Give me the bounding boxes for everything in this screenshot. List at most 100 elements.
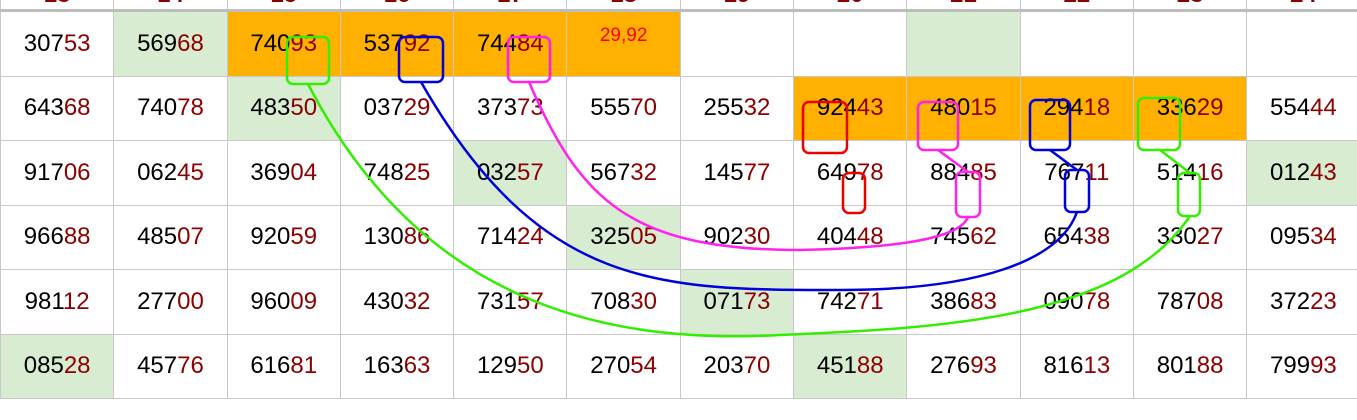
number-tail: 13 bbox=[1083, 352, 1111, 380]
number-head: 917 bbox=[23, 158, 64, 186]
number-head: 554 bbox=[1270, 94, 1311, 122]
number-head: 966 bbox=[23, 223, 64, 251]
number-head: 816 bbox=[1043, 352, 1084, 380]
table-cell: 51416 bbox=[1132, 140, 1248, 206]
number-tail: 93 bbox=[290, 29, 318, 57]
table-cell: 43032 bbox=[339, 269, 455, 335]
number-tail: 27 bbox=[1196, 223, 1224, 251]
table-cell: 65438 bbox=[1019, 204, 1134, 270]
number-tail: 32 bbox=[403, 287, 431, 315]
number-tail: 32 bbox=[630, 158, 657, 186]
number-head: 616 bbox=[250, 352, 291, 380]
number-tail: 29 bbox=[403, 94, 431, 122]
number-head: 071 bbox=[703, 287, 744, 315]
number-head: 740 bbox=[137, 94, 178, 122]
number-tail: 06 bbox=[63, 158, 91, 186]
table-cell: 14577 bbox=[679, 140, 795, 206]
number-head: 372 bbox=[1270, 287, 1311, 315]
table-cell: 36904 bbox=[226, 140, 341, 206]
table-cell: 13086 bbox=[339, 204, 455, 270]
number-tail: 63 bbox=[403, 352, 431, 380]
number-grid: 131415161718192021222324 307535696874093… bbox=[0, 0, 1357, 399]
column-header: 20 bbox=[793, 0, 908, 12]
number-head: 330 bbox=[1156, 223, 1197, 251]
table-cell: 48015 bbox=[906, 75, 1021, 141]
number-tail: 28 bbox=[63, 352, 91, 380]
table-cell: 27693 bbox=[906, 333, 1021, 399]
number-head: 255 bbox=[703, 94, 744, 122]
number-head: 745 bbox=[930, 223, 971, 251]
number-tail: 23 bbox=[1310, 287, 1337, 315]
column-header: 16 bbox=[339, 0, 455, 12]
table-cell: 33027 bbox=[1132, 204, 1248, 270]
table-cell: 90230 bbox=[679, 204, 795, 270]
number-tail: 30 bbox=[630, 287, 657, 315]
table-row: 64368 74078 48350 03729 37373 55570 25532 92443… bbox=[0, 75, 1357, 141]
table-cell: 81613 bbox=[1019, 333, 1134, 399]
number-head: 740 bbox=[250, 29, 291, 57]
table-cell: 74271 bbox=[793, 269, 908, 335]
table-cell: 98112 bbox=[0, 269, 115, 335]
number-head: 537 bbox=[363, 29, 404, 57]
number-head: 902 bbox=[703, 223, 744, 251]
header-row: 131415161718192021222324 bbox=[0, 0, 1357, 12]
number-tail: 77 bbox=[743, 158, 771, 186]
number-head: 748 bbox=[363, 158, 404, 186]
number-head: 480 bbox=[930, 94, 971, 122]
number-head: 373 bbox=[476, 94, 517, 122]
table-cell: 45188 bbox=[793, 333, 908, 399]
table-cell: 38683 bbox=[906, 269, 1021, 335]
number-head: 457 bbox=[137, 352, 178, 380]
table-cell: 37223 bbox=[1246, 269, 1357, 335]
table-cell: 71424 bbox=[453, 204, 568, 270]
table-cell: 40448 bbox=[793, 204, 908, 270]
column-header: 19 bbox=[679, 0, 795, 12]
column-header: 18 bbox=[566, 0, 681, 12]
number-head: 787 bbox=[1156, 287, 1197, 315]
number-head: 276 bbox=[930, 352, 971, 380]
number-tail: 43 bbox=[856, 94, 884, 122]
number-tail: 78 bbox=[177, 94, 204, 122]
column-header: 14 bbox=[113, 0, 228, 12]
number-tail: 81 bbox=[290, 352, 318, 380]
number-tail: 78 bbox=[856, 158, 884, 186]
number-tail: 71 bbox=[856, 287, 884, 315]
number-head: 369 bbox=[250, 158, 291, 186]
number-head: 336 bbox=[1156, 94, 1197, 122]
table-cell bbox=[1246, 10, 1357, 77]
table-cell: 80188 bbox=[1132, 333, 1248, 399]
table-cell bbox=[1019, 10, 1134, 77]
number-tail: 09 bbox=[290, 287, 318, 315]
table-row: 98112 27700 96009 43032 73157 70830 07173 74271… bbox=[0, 269, 1357, 335]
number-tail: 12 bbox=[62, 287, 90, 315]
table-cell: 74562 bbox=[906, 204, 1021, 270]
number-head: 569 bbox=[137, 29, 178, 57]
number-grid-view: 131415161718192021222324 307535696874093… bbox=[0, 0, 1357, 420]
table-cell: 64368 bbox=[0, 75, 115, 141]
number-tail: 59 bbox=[290, 223, 318, 251]
number-head: 145 bbox=[703, 158, 744, 186]
column-header: 13 bbox=[0, 0, 115, 12]
number-tail: 86 bbox=[403, 223, 431, 251]
number-tail: 85 bbox=[970, 158, 997, 186]
table-cell: 07173 bbox=[679, 269, 795, 335]
number-head: 567 bbox=[590, 158, 631, 186]
number-tail: 29 bbox=[1196, 94, 1224, 122]
number-tail: 88 bbox=[1196, 352, 1224, 380]
table-cell: 55570 bbox=[566, 75, 681, 141]
grid-header: 131415161718192021222324 bbox=[0, 0, 1357, 12]
number-head: 277 bbox=[137, 287, 178, 315]
table-cell: 91706 bbox=[0, 140, 115, 206]
number-head: 386 bbox=[930, 287, 971, 315]
number-head: 483 bbox=[250, 94, 291, 122]
number-tail: 70 bbox=[630, 94, 657, 122]
number-head: 294 bbox=[1043, 94, 1084, 122]
number-head: 307 bbox=[23, 29, 64, 57]
number-head: 203 bbox=[703, 352, 744, 380]
table-cell: 96009 bbox=[226, 269, 341, 335]
number-tail: 44 bbox=[1310, 94, 1337, 122]
number-head: 742 bbox=[816, 287, 857, 315]
number-head: 085 bbox=[23, 352, 64, 380]
number-tail: 45 bbox=[177, 158, 204, 186]
table-cell: 64978 bbox=[793, 140, 908, 206]
